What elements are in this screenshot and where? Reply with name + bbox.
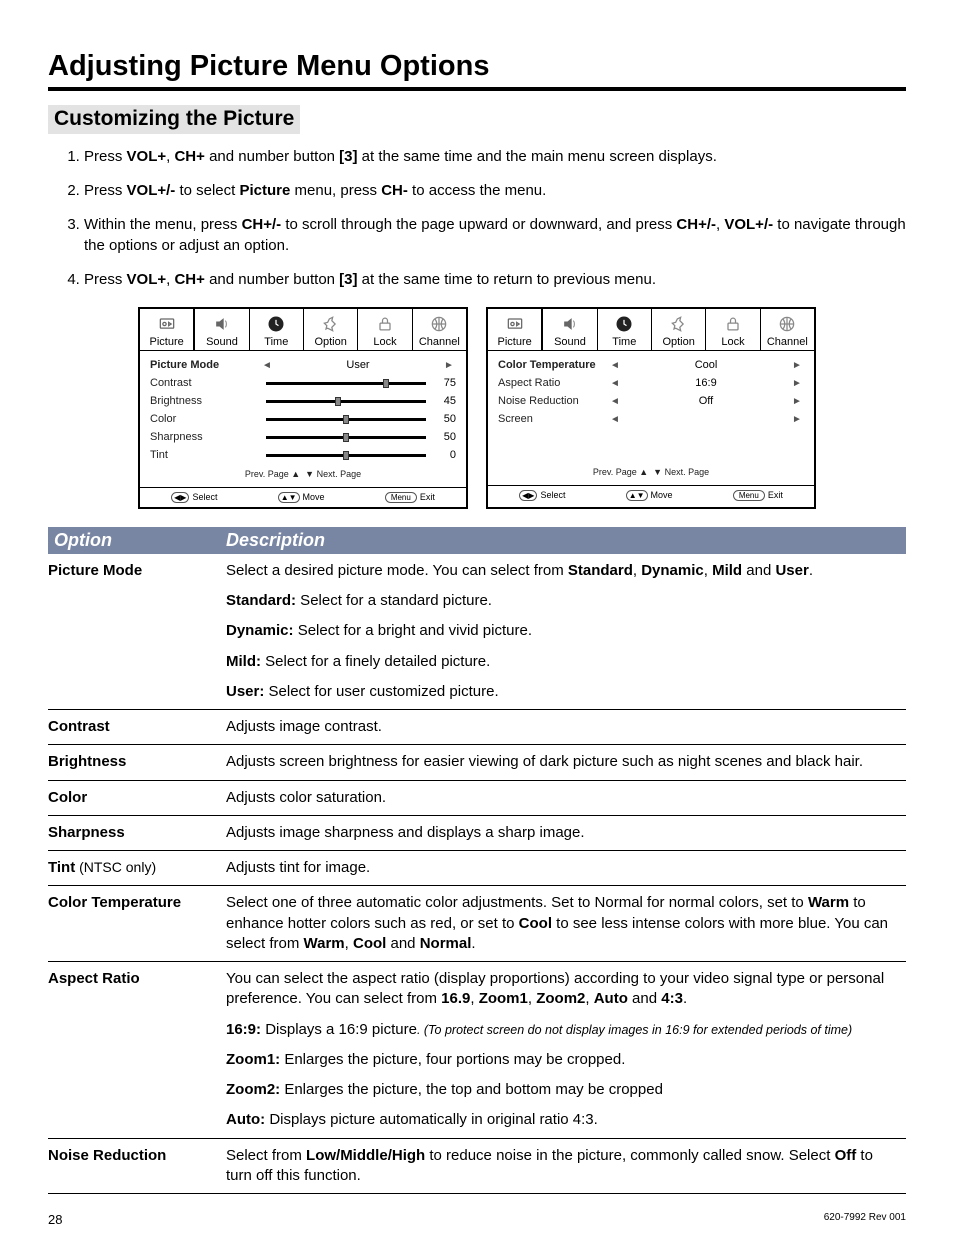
osd-row-noise-reduction: Noise Reduction◄Off► — [498, 393, 804, 410]
osd-tab-sound: Sound — [543, 309, 597, 351]
revision-code: 620-7992 Rev 001 — [824, 1212, 906, 1227]
page-footer: 28 620-7992 Rev 001 — [48, 1212, 906, 1227]
document-page: Adjusting Picture Menu Options Customizi… — [0, 0, 954, 1257]
osd-row-brightness: Brightness45 — [150, 393, 456, 410]
time-icon — [598, 312, 651, 336]
osd-row-contrast: Contrast75 — [150, 375, 456, 392]
row-tint: Tint (NTSC only) Adjusts tint for image. — [48, 851, 906, 886]
osd-row-aspect-ratio: Aspect Ratio◄16:9► — [498, 375, 804, 392]
osd-row-tint: Tint0 — [150, 447, 456, 464]
osd-tab-time: Time — [250, 309, 304, 351]
row-color: Color Adjusts color saturation. — [48, 780, 906, 815]
row-aspect-ratio: Aspect Ratio You can select the aspect r… — [48, 962, 906, 1139]
section-heading: Customizing the Picture — [48, 105, 300, 134]
osd-tab-time: Time — [598, 309, 652, 351]
step-1: Press VOL+, CH+ and number button [3] at… — [84, 146, 906, 168]
option-icon — [652, 312, 705, 336]
time-icon — [250, 312, 303, 336]
row-sharpness: Sharpness Adjusts image sharpness and di… — [48, 815, 906, 850]
osd-panel-picture-options: PictureSoundTimeOptionLockChannel Color … — [486, 307, 816, 509]
options-table: Picture Mode Select a desired picture mo… — [48, 554, 906, 1194]
osd-tab-option: Option — [304, 309, 358, 351]
osd-panel-picture-sliders: PictureSoundTimeOptionLockChannel Pictur… — [138, 307, 468, 509]
osd-footer: ◀▶Select ▲▼Move MenuExit — [140, 487, 466, 507]
col-description: Description — [226, 530, 900, 551]
row-noise-reduction: Noise Reduction Select from Low/Middle/H… — [48, 1138, 906, 1194]
sound-icon — [543, 312, 596, 336]
step-2: Press VOL+/- to select Picture menu, pre… — [84, 180, 906, 202]
osd-tab-channel: Channel — [761, 309, 814, 351]
picture-icon — [140, 312, 193, 336]
channel-icon — [761, 312, 814, 336]
options-table-header: Option Description — [48, 527, 906, 554]
osd-tab-lock: Lock — [358, 309, 412, 351]
osd-tab-picture: Picture — [488, 309, 543, 351]
arrow-right-icon: ► — [442, 360, 456, 371]
row-picture-mode: Picture Mode Select a desired picture mo… — [48, 554, 906, 710]
osd-pager: Prev. Page ▲ ▼ Next. Page — [498, 463, 804, 481]
lock-icon — [358, 312, 411, 336]
step-4: Press VOL+, CH+ and number button [3] at… — [84, 269, 906, 291]
osd-tab-picture: Picture — [140, 309, 195, 351]
picture-icon — [488, 312, 541, 336]
osd-row-screen: Screen◄► — [498, 411, 804, 428]
osd-tab-option: Option — [652, 309, 706, 351]
channel-icon — [413, 312, 466, 336]
osd-pager: Prev. Page ▲ ▼ Next. Page — [150, 465, 456, 483]
col-option: Option — [54, 530, 226, 551]
page-title: Adjusting Picture Menu Options — [48, 50, 906, 83]
step-3: Within the menu, press CH+/- to scroll t… — [84, 214, 906, 258]
lock-icon — [706, 312, 759, 336]
row-brightness: Brightness Adjusts screen brightness for… — [48, 745, 906, 780]
osd-row-color: Color50 — [150, 411, 456, 428]
row-color-temperature: Color Temperature Select one of three au… — [48, 886, 906, 962]
osd-screenshots: PictureSoundTimeOptionLockChannel Pictur… — [48, 307, 906, 509]
osd-tab-lock: Lock — [706, 309, 760, 351]
arrow-left-icon: ◄ — [260, 360, 274, 371]
osd-tab-sound: Sound — [195, 309, 249, 351]
osd-row-picture-mode: Picture Mode ◄ User ► — [150, 357, 456, 374]
instruction-steps: Press VOL+, CH+ and number button [3] at… — [48, 146, 906, 291]
osd-row-color-temperature: Color Temperature◄Cool► — [498, 357, 804, 374]
page-number: 28 — [48, 1212, 62, 1227]
sound-icon — [195, 312, 248, 336]
osd-footer: ◀▶Select ▲▼Move MenuExit — [488, 485, 814, 505]
osd-tab-channel: Channel — [413, 309, 466, 351]
row-contrast: Contrast Adjusts image contrast. — [48, 710, 906, 745]
title-rule — [48, 87, 906, 91]
option-icon — [304, 312, 357, 336]
osd-row-sharpness: Sharpness50 — [150, 429, 456, 446]
